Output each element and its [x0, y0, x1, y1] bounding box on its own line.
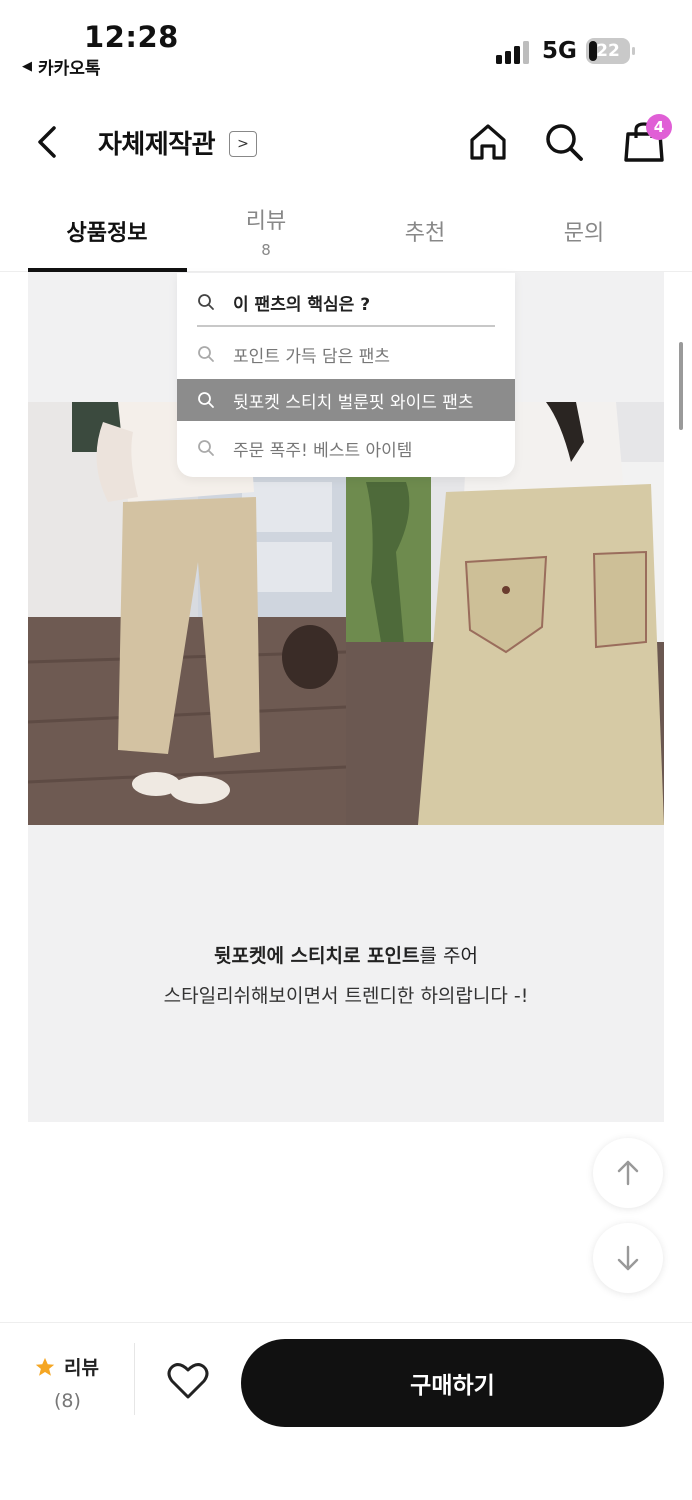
- search-icon: [198, 440, 214, 456]
- search-icon: [198, 346, 214, 362]
- chevron-right-icon[interactable]: >: [229, 131, 257, 157]
- search-icon[interactable]: [542, 120, 586, 164]
- caption-bold: 뒷포켓에 스티치로 포인트: [214, 945, 420, 967]
- suggestion-text: 주문 폭주! 베스트 아이템: [233, 440, 413, 461]
- arrow-down-icon: [617, 1245, 639, 1271]
- caption-line-2: 스타일리쉬해보이면서 트렌디한 하의랍니다 -!: [163, 985, 529, 1007]
- caption-rest: 를 주어: [419, 945, 478, 967]
- suggestion-item[interactable]: 포인트 가득 담은 팬츠: [177, 333, 515, 375]
- search-query-text: 이 팬츠의 핵심은 ?: [233, 294, 371, 315]
- status-bar: 12:28 ◀ 카카오톡 5G 22: [0, 0, 692, 90]
- divider: [134, 1343, 135, 1415]
- home-icon[interactable]: [466, 120, 510, 164]
- search-icon: [198, 392, 214, 408]
- tab-review[interactable]: 리뷰 8: [187, 190, 345, 272]
- star-icon: [35, 1357, 55, 1376]
- tab-label: 추천: [404, 221, 446, 246]
- scroll-bottom-button[interactable]: [593, 1223, 663, 1293]
- suggestion-item[interactable]: 주문 폭주! 베스트 아이템: [177, 427, 515, 469]
- network-type: 5G: [542, 38, 577, 64]
- product-tabs: 상품정보 리뷰 8 추천 문의: [0, 190, 692, 272]
- battery-icon: 22: [586, 38, 630, 64]
- search-suggestion-dropdown: 이 팬츠의 핵심은 ? 포인트 가득 담은 팬츠 뒷포켓 스티치 벌룬핏 와이드…: [177, 273, 515, 477]
- review-summary[interactable]: 리뷰 (8): [34, 1353, 104, 1412]
- product-caption: 뒷포켓에 스티치로 포인트를 주어 스타일리쉬해보이면서 트렌디한 하의랍니다 …: [28, 936, 664, 1016]
- caption-line-1: 뒷포켓에 스티치로 포인트를 주어: [28, 936, 664, 976]
- review-label: 리뷰: [64, 1357, 99, 1379]
- back-triangle-icon: ◀: [22, 59, 32, 74]
- suggestion-text: 뒷포켓 스티치 벌룬핏 와이드 팬츠: [233, 392, 474, 413]
- bottom-action-bar: 리뷰 (8) 구매하기: [0, 1322, 692, 1500]
- scroll-top-button[interactable]: [593, 1138, 663, 1208]
- back-arrow-icon[interactable]: [30, 122, 66, 162]
- back-to-app-link[interactable]: ◀ 카카오톡: [22, 54, 101, 79]
- tab-recommend[interactable]: 추천: [346, 190, 504, 272]
- battery-cap: [632, 47, 635, 55]
- battery-percent: 22: [596, 41, 620, 61]
- signal-icon: [496, 41, 529, 64]
- buy-button[interactable]: 구매하기: [241, 1339, 664, 1427]
- back-app-label: 카카오톡: [38, 59, 101, 79]
- arrow-up-icon: [617, 1160, 639, 1186]
- tab-label: 상품정보: [66, 221, 148, 246]
- cart-count-badge: 4: [646, 114, 672, 140]
- scrollbar[interactable]: [679, 342, 683, 430]
- tab-review-count: 8: [261, 241, 271, 259]
- tab-product-info[interactable]: 상품정보: [28, 190, 186, 272]
- status-time: 12:28: [84, 20, 179, 54]
- search-underline: [197, 325, 495, 327]
- tab-inquiry[interactable]: 문의: [505, 190, 663, 272]
- tab-label: 리뷰: [245, 209, 287, 234]
- suggestion-text: 포인트 가득 담은 팬츠: [233, 346, 390, 367]
- search-query-row[interactable]: 이 팬츠의 핵심은 ?: [177, 281, 515, 323]
- heart-icon[interactable]: [166, 1361, 210, 1401]
- review-count: (8): [54, 1390, 81, 1412]
- top-header: 자체제작관 > 4: [0, 100, 692, 186]
- suggestion-item-highlighted[interactable]: 뒷포켓 스티치 벌룬핏 와이드 팬츠: [177, 379, 515, 421]
- search-icon: [198, 294, 214, 310]
- shop-name[interactable]: 자체제작관: [98, 124, 216, 161]
- tab-label: 문의: [563, 221, 605, 246]
